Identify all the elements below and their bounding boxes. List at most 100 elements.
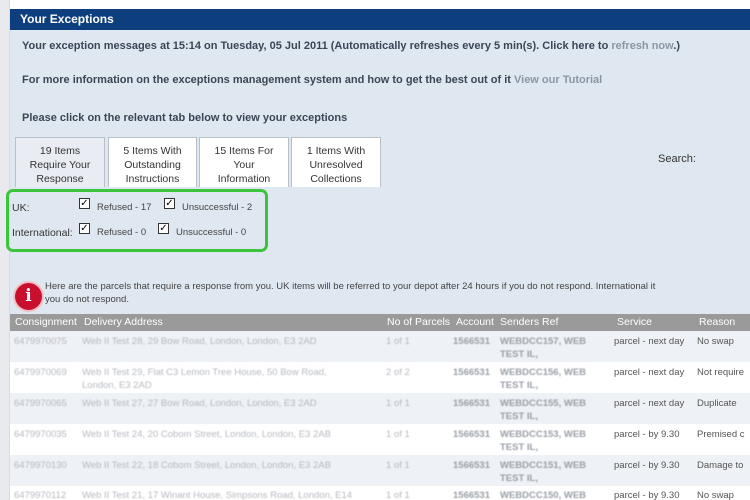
tab-line: Require Your: [29, 159, 91, 171]
cell-reason: Premised c: [697, 429, 745, 440]
cell-parcels: 1 of 1: [386, 429, 410, 440]
cell-address: Web II Test 28, 29 Bow Road, London, Lon…: [82, 336, 317, 347]
cell-ref: WEBDCC150, WEB: [500, 490, 587, 500]
notice-text: Here are the parcels that require a resp…: [45, 280, 745, 306]
cell-ref: WEBDCC157, WEB: [500, 336, 587, 347]
table-row[interactable]: 6479970130 Web II Test 22, 18 Cobom Stre…: [10, 455, 750, 486]
refresh-message: Your exception messages at 15:14 on Tues…: [22, 40, 680, 52]
table-row[interactable]: 6479970112 Web II Test 21, 17 Winant Hou…: [10, 486, 750, 500]
uk-unsuccessful-checkbox[interactable]: ✓: [164, 198, 175, 209]
tab-line: Collections: [310, 173, 362, 185]
intl-refused-checkbox[interactable]: ✓: [79, 223, 90, 234]
cell-reason: Damage to: [697, 460, 744, 471]
cell-consignment[interactable]: 6479970065: [14, 398, 67, 409]
cell-ref: WEBDCC153, WEB: [500, 429, 587, 440]
cell-reason: Duplicate: [697, 398, 737, 409]
refresh-message-text: Your exception messages at 15:14 on Tues…: [22, 40, 612, 52]
cell-account: 1566531: [453, 429, 490, 440]
cell-parcels: 1 of 1: [386, 398, 410, 409]
cell-consignment[interactable]: 6479970112: [14, 490, 66, 500]
cell-consignment[interactable]: 6479970075: [14, 336, 67, 347]
intl-refused-label: Refused - 0: [97, 227, 147, 238]
tab-outstanding-instructions[interactable]: 5 Items With Outstanding Instructions: [108, 137, 197, 187]
tab-line: 1 Items With: [306, 145, 366, 157]
table-row[interactable]: 6479970069 Web II Test 29, Flat C3 Lemon…: [10, 362, 750, 393]
uk-refused-checkbox[interactable]: ✓: [79, 198, 90, 209]
col-consignment[interactable]: Consignment: [15, 314, 77, 331]
table-header: Consignment Delivery Address No of Parce…: [10, 314, 750, 331]
cell-reason: No swap: [697, 490, 734, 500]
table-row[interactable]: 6479970065 Web II Test 27, 27 Bow Road, …: [10, 393, 750, 424]
cell-account: 1566531: [453, 490, 490, 500]
col-account[interactable]: Account: [456, 314, 494, 331]
cell-ref-2: TEST IL,: [500, 411, 538, 422]
tab-line: Response: [36, 173, 84, 185]
cell-service: parcel - by 9.30: [614, 429, 680, 440]
tab-line: Instructions: [125, 173, 180, 185]
cell-consignment[interactable]: 6479970130: [14, 460, 67, 471]
notice-line: Here are the parcels that require a resp…: [45, 281, 656, 292]
col-reason[interactable]: Reason: [699, 314, 735, 331]
cell-service: parcel - next day: [614, 367, 685, 378]
uk-label: UK:: [12, 202, 30, 214]
cell-account: 1566531: [453, 367, 490, 378]
panel-title: Your Exceptions: [10, 9, 750, 30]
cell-ref: WEBDCC151, WEB: [500, 460, 587, 471]
tutorial-message: For more information on the exceptions m…: [22, 74, 602, 86]
cell-parcels: 1 of 1: [386, 336, 410, 347]
cell-ref: WEBDCC155, WEB: [500, 398, 587, 409]
search-label: Search:: [658, 153, 696, 165]
cell-consignment[interactable]: 6479970035: [14, 429, 67, 440]
tab-line: Information: [217, 173, 271, 185]
uk-refused-label: Refused - 17: [97, 202, 152, 213]
intl-unsuccessful-label: Unsuccessful - 0: [176, 227, 247, 238]
view-tutorial-link[interactable]: View our Tutorial: [514, 74, 602, 86]
refresh-message-suffix: .): [673, 40, 681, 52]
cell-account: 1566531: [453, 336, 490, 347]
tab-line: Your: [233, 159, 255, 171]
tab-require-response[interactable]: 19 Items Require Your Response: [15, 137, 105, 187]
tab-line: 15 Items For: [214, 145, 274, 157]
cell-service: parcel - next day: [614, 398, 685, 409]
table-row[interactable]: 6479970075 Web II Test 28, 29 Bow Road, …: [10, 331, 750, 362]
cell-account: 1566531: [453, 460, 490, 471]
col-parcels[interactable]: No of Parcels: [387, 314, 450, 331]
cell-parcels: 1 of 1: [386, 460, 410, 471]
tab-line: Outstanding: [124, 159, 181, 171]
tab-line: Unresolved: [309, 159, 363, 171]
cell-ref-2: TEST IL,: [500, 349, 538, 360]
cell-ref-2: TEST IL,: [500, 442, 538, 453]
col-delivery-address[interactable]: Delivery Address: [84, 314, 163, 331]
notice-line: you do not respond.: [45, 294, 129, 305]
cell-service: parcel - by 9.30: [614, 490, 680, 500]
cell-consignment[interactable]: 6479970069: [14, 367, 67, 378]
cell-address: Web II Test 21, 17 Winant House, Simpson…: [82, 490, 353, 500]
cell-service: parcel - next day: [614, 336, 685, 347]
cell-parcels: 2 of 2: [386, 367, 410, 378]
tab-information[interactable]: 15 Items For Your Information: [199, 137, 289, 187]
col-service[interactable]: Service: [617, 314, 652, 331]
intl-unsuccessful-checkbox[interactable]: ✓: [158, 223, 169, 234]
cell-address: Web II Test 22, 18 Cobom Street, London,…: [82, 460, 331, 471]
info-icon: i: [15, 283, 42, 310]
tutorial-message-text: For more information on the exceptions m…: [22, 74, 514, 86]
tab-line: 5 Items With: [123, 145, 182, 157]
table-row[interactable]: 6479970035 Web II Test 24, 20 Cobom Stre…: [10, 424, 750, 455]
cell-ref: WEBDCC156, WEB: [500, 367, 587, 378]
tabs-prompt: Please click on the relevant tab below t…: [22, 112, 348, 124]
international-label: International:: [12, 227, 73, 239]
cell-address: Web II Test 27, 27 Bow Road, London, Lon…: [82, 398, 317, 409]
tab-line: 19 Items: [39, 145, 81, 157]
tab-unresolved-collections[interactable]: 1 Items With Unresolved Collections: [291, 137, 381, 187]
col-senders-ref[interactable]: Senders Ref: [500, 314, 558, 331]
uk-unsuccessful-label: Unsuccessful - 2: [182, 202, 253, 213]
refresh-now-link[interactable]: refresh now: [611, 40, 673, 52]
cell-address-2: London, E3 2AD: [82, 380, 152, 391]
cell-ref-2: TEST IL,: [500, 380, 538, 391]
cell-reason: Not require: [697, 367, 744, 378]
filter-highlight-box: [6, 189, 268, 252]
cell-account: 1566531: [453, 398, 490, 409]
cell-reason: No swap: [697, 336, 734, 347]
cell-address: Web II Test 29, Flat C3 Lemon Tree House…: [82, 367, 327, 378]
cell-parcels: 1 of 1: [386, 490, 410, 500]
